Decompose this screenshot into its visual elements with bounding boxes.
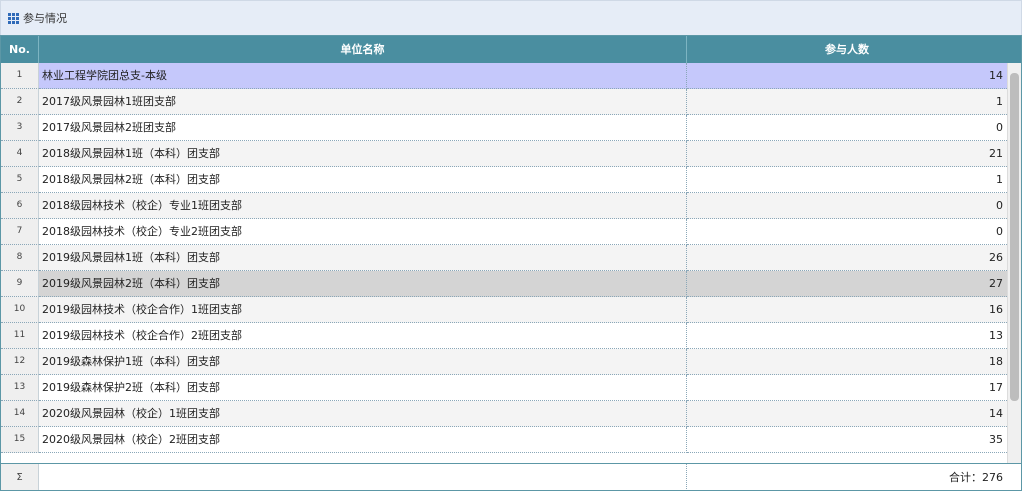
participant-count-cell: 0 bbox=[687, 115, 1007, 141]
table-row[interactable]: 2 2017级风景园林1班团支部 1 bbox=[1, 89, 1007, 115]
row-number-cell: 15 bbox=[1, 427, 39, 453]
footer-name-cell bbox=[39, 464, 687, 490]
unit-name-cell: 2019级风景园林1班（本科）团支部 bbox=[39, 245, 687, 271]
row-number-cell: 4 bbox=[1, 141, 39, 167]
unit-name-cell: 2019级风景园林2班（本科）团支部 bbox=[39, 271, 687, 297]
row-number-cell: 8 bbox=[1, 245, 39, 271]
table-row[interactable]: 4 2018级风景园林1班（本科）团支部 21 bbox=[1, 141, 1007, 167]
unit-name-cell: 2020级风景园林（校企）2班团支部 bbox=[39, 427, 687, 453]
table-row[interactable]: 6 2018级园林技术（校企）专业1班团支部 0 bbox=[1, 193, 1007, 219]
unit-name-cell: 2019级森林保护2班（本科）团支部 bbox=[39, 375, 687, 401]
unit-name-cell: 2019级园林技术（校企合作）2班团支部 bbox=[39, 323, 687, 349]
participant-count-cell: 21 bbox=[687, 141, 1007, 167]
participant-count-cell: 14 bbox=[687, 63, 1007, 89]
column-header-no[interactable]: No. bbox=[1, 36, 39, 63]
row-number-cell: 1 bbox=[1, 63, 39, 89]
column-header-count[interactable]: 参与人数 bbox=[687, 36, 1007, 63]
column-header-name[interactable]: 单位名称 bbox=[39, 36, 687, 63]
row-number-cell: 7 bbox=[1, 219, 39, 245]
table-row[interactable]: 14 2020级风景园林（校企）1班团支部 14 bbox=[1, 401, 1007, 427]
row-number-cell: 9 bbox=[1, 271, 39, 297]
unit-name-cell: 林业工程学院团总支-本级 bbox=[39, 63, 687, 89]
vertical-scrollbar[interactable] bbox=[1007, 63, 1021, 463]
unit-name-cell: 2019级园林技术（校企合作）1班团支部 bbox=[39, 297, 687, 323]
table-row[interactable]: 1 林业工程学院团总支-本级 14 bbox=[1, 63, 1007, 89]
row-number-cell: 13 bbox=[1, 375, 39, 401]
grid-body: 1 林业工程学院团总支-本级 14 2 2017级风景园林1班团支部 1 3 2017级风景园… bbox=[1, 63, 1007, 463]
footer-sigma: Σ bbox=[1, 464, 39, 490]
participant-count-cell: 17 bbox=[687, 375, 1007, 401]
unit-name-cell: 2018级风景园林2班（本科）团支部 bbox=[39, 167, 687, 193]
row-number-cell: 3 bbox=[1, 115, 39, 141]
participant-count-cell: 18 bbox=[687, 349, 1007, 375]
unit-name-cell: 2020级风景园林（校企）1班团支部 bbox=[39, 401, 687, 427]
table-row[interactable]: 3 2017级风景园林2班团支部 0 bbox=[1, 115, 1007, 141]
table-row[interactable]: 8 2019级风景园林1班（本科）团支部 26 bbox=[1, 245, 1007, 271]
participant-count-cell: 16 bbox=[687, 297, 1007, 323]
participant-count-cell: 1 bbox=[687, 167, 1007, 193]
grid-icon bbox=[8, 12, 19, 24]
participant-count-cell: 35 bbox=[687, 427, 1007, 453]
row-number-cell: 6 bbox=[1, 193, 39, 219]
panel-title: 参与情况 bbox=[23, 12, 67, 25]
row-number-cell: 2 bbox=[1, 89, 39, 115]
row-number-cell: 14 bbox=[1, 401, 39, 427]
table-row[interactable]: 13 2019级森林保护2班（本科）团支部 17 bbox=[1, 375, 1007, 401]
unit-name-cell: 2017级风景园林1班团支部 bbox=[39, 89, 687, 115]
row-number-cell: 5 bbox=[1, 167, 39, 193]
participant-count-cell: 27 bbox=[687, 271, 1007, 297]
unit-name-cell: 2018级园林技术（校企）专业2班团支部 bbox=[39, 219, 687, 245]
unit-name-cell: 2019级森林保护1班（本科）团支部 bbox=[39, 349, 687, 375]
table-row[interactable]: 15 2020级风景园林（校企）2班团支部 35 bbox=[1, 427, 1007, 453]
row-number-cell: 10 bbox=[1, 297, 39, 323]
panel-header: 参与情况 bbox=[0, 0, 1022, 35]
unit-name-cell: 2018级风景园林1班（本科）团支部 bbox=[39, 141, 687, 167]
participant-count-cell: 1 bbox=[687, 89, 1007, 115]
data-grid: No. 单位名称 参与人数 1 林业工程学院团总支-本级 14 2 2017级风景园林1… bbox=[0, 35, 1022, 491]
participant-count-cell: 0 bbox=[687, 219, 1007, 245]
unit-name-cell: 2018级园林技术（校企）专业1班团支部 bbox=[39, 193, 687, 219]
grid-header: No. 单位名称 参与人数 bbox=[1, 36, 1021, 63]
unit-name-cell: 2017级风景园林2班团支部 bbox=[39, 115, 687, 141]
table-row[interactable]: 5 2018级风景园林2班（本科）团支部 1 bbox=[1, 167, 1007, 193]
footer-total: 合计：276 bbox=[949, 471, 1003, 484]
table-row[interactable]: 12 2019级森林保护1班（本科）团支部 18 bbox=[1, 349, 1007, 375]
participant-count-cell: 13 bbox=[687, 323, 1007, 349]
row-number-cell: 12 bbox=[1, 349, 39, 375]
participant-count-cell: 14 bbox=[687, 401, 1007, 427]
table-row[interactable]: 7 2018级园林技术（校企）专业2班团支部 0 bbox=[1, 219, 1007, 245]
grid-footer: Σ 合计：276 bbox=[1, 463, 1021, 490]
scrollbar-thumb[interactable] bbox=[1010, 73, 1019, 401]
table-row[interactable]: 11 2019级园林技术（校企合作）2班团支部 13 bbox=[1, 323, 1007, 349]
participant-count-cell: 0 bbox=[687, 193, 1007, 219]
table-row[interactable]: 9 2019级风景园林2班（本科）团支部 27 bbox=[1, 271, 1007, 297]
participant-count-cell: 26 bbox=[687, 245, 1007, 271]
row-number-cell: 11 bbox=[1, 323, 39, 349]
table-row[interactable]: 10 2019级园林技术（校企合作）1班团支部 16 bbox=[1, 297, 1007, 323]
